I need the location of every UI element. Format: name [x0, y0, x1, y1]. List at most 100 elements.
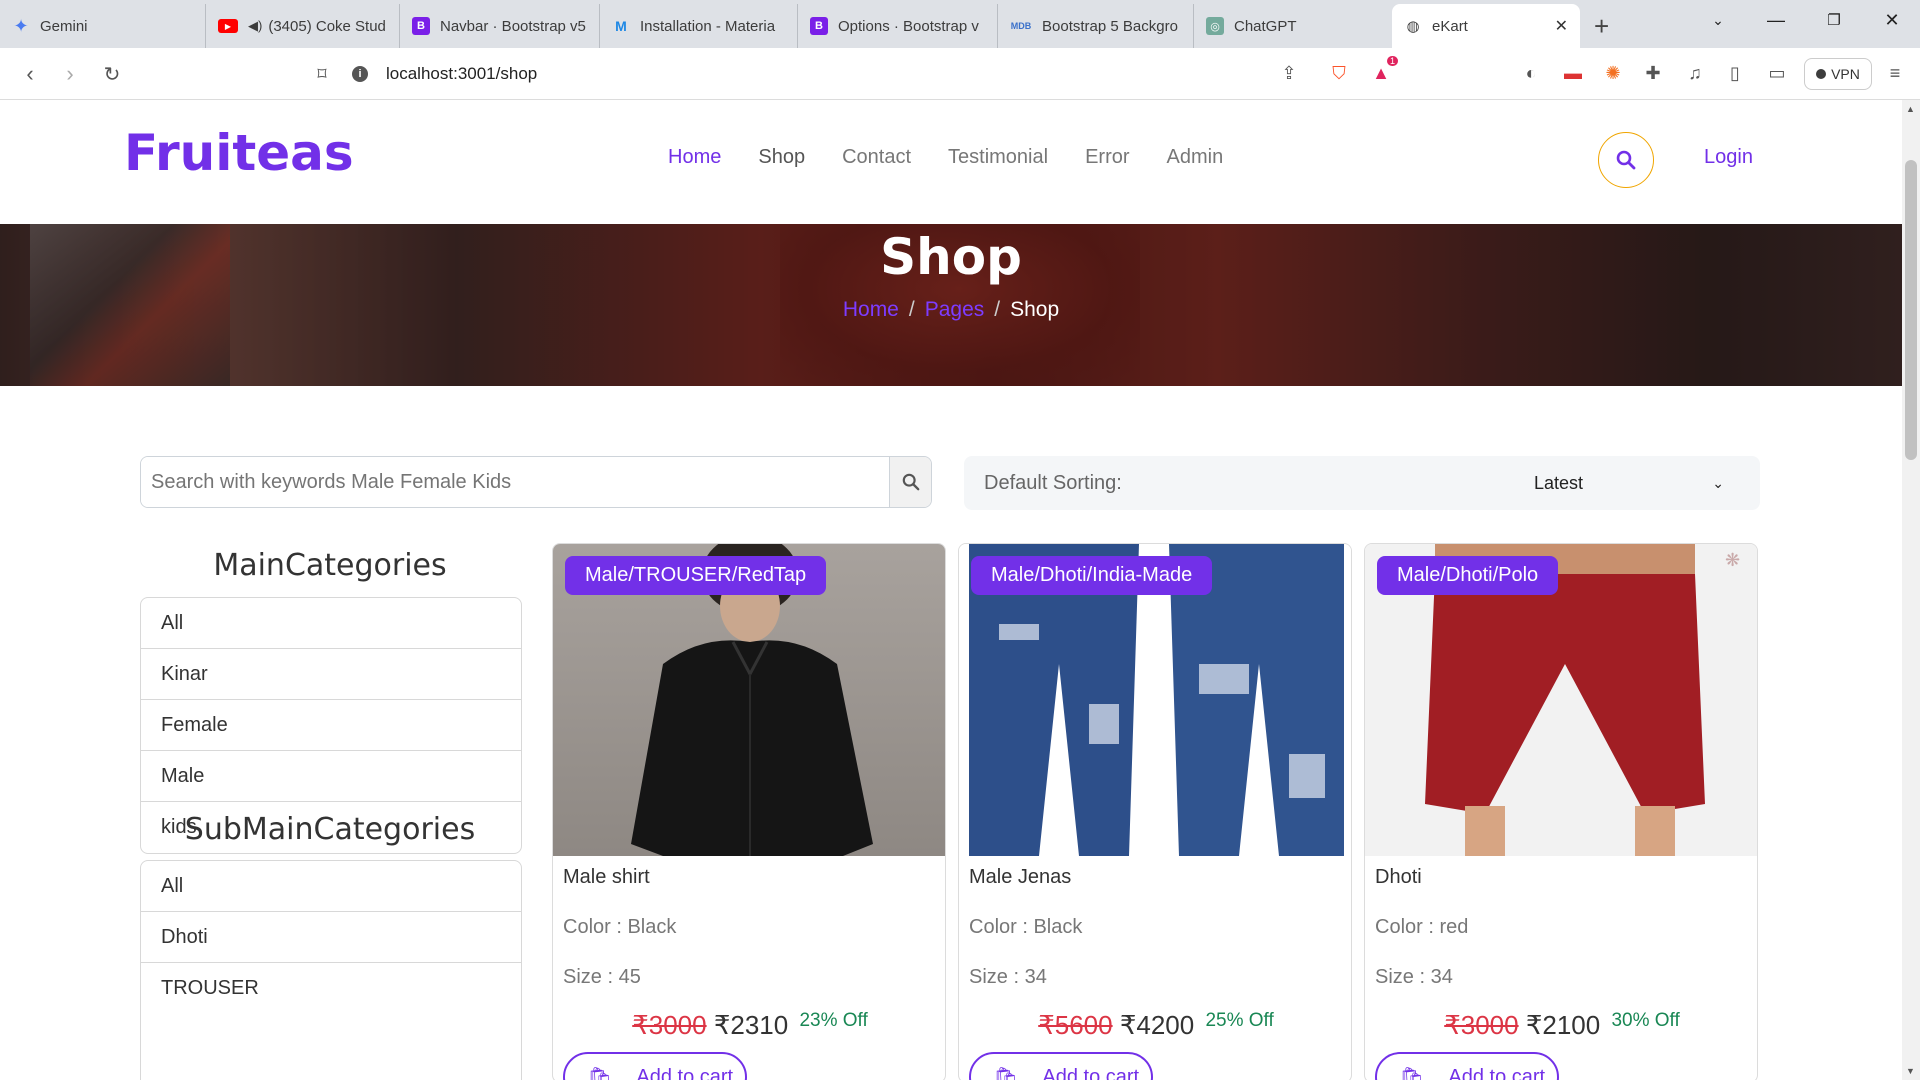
page-viewport: Fruiteas Home Shop Contact Testimonial E…: [0, 100, 1902, 1080]
tab-title: Bootstrap 5 Backgro: [1042, 17, 1178, 35]
search-input[interactable]: [141, 457, 889, 507]
breadcrumb-home[interactable]: Home: [843, 298, 899, 321]
subcategory-item[interactable]: TROUSER: [141, 963, 521, 1014]
category-item[interactable]: All: [141, 598, 521, 649]
product-search: [140, 456, 932, 508]
product-category-badge: Male/Dhoti/Polo: [1377, 556, 1559, 595]
close-tab-icon[interactable]: ✕: [1547, 16, 1568, 36]
tab-youtube[interactable]: ▶ ◀) (3405) Coke Stud: [206, 4, 400, 48]
nav-admin[interactable]: Admin: [1167, 146, 1224, 169]
globe-icon: ◍: [1406, 18, 1420, 35]
forward-icon[interactable]: ›: [50, 54, 90, 94]
sorting-label: Default Sorting:: [984, 471, 1122, 494]
minimize-button[interactable]: —: [1748, 0, 1804, 40]
brave-shield-icon[interactable]: ⛉: [1324, 58, 1354, 88]
tab-installation-mui[interactable]: M Installation - Materia: [600, 4, 798, 48]
sidebar-icon[interactable]: ▯: [1720, 58, 1750, 88]
nav-testimonial[interactable]: Testimonial: [948, 146, 1048, 169]
product-category-badge: Male/Dhoti/India-Made: [971, 556, 1213, 595]
maximize-button[interactable]: ❐: [1806, 0, 1862, 40]
add-to-cart-button[interactable]: 🛍 Add to cart: [563, 1052, 747, 1080]
browser-tab-bar: ✦ Gemini ▶ ◀) (3405) Coke Stud B Navbar …: [0, 0, 1920, 48]
tab-chatgpt[interactable]: ◎ ChatGPT: [1194, 4, 1392, 48]
product-color: Color : Black: [563, 916, 677, 938]
add-to-cart-button[interactable]: 🛍 Add to cart: [969, 1052, 1153, 1080]
extension-circle-icon[interactable]: ◐: [1516, 58, 1546, 88]
close-window-button[interactable]: ✕: [1864, 0, 1920, 40]
extensions-puzzle-icon[interactable]: ✚: [1638, 58, 1668, 88]
tab-bootstrap-backgrounds[interactable]: MDB Bootstrap 5 Backgro: [998, 4, 1194, 48]
url-text: localhost:3001/shop: [386, 64, 538, 83]
reload-icon[interactable]: ↻: [92, 54, 132, 94]
wallet-icon[interactable]: ▭: [1762, 58, 1792, 88]
scroll-up-arrow-icon[interactable]: ▲: [1906, 104, 1915, 114]
page-scrollbar[interactable]: ▲ ▼: [1902, 100, 1920, 1080]
music-icon[interactable]: ♫: [1680, 58, 1710, 88]
sub-categories-title: SubMainCategories: [184, 812, 476, 847]
search-icon: [1616, 150, 1636, 170]
tab-title: eKart: [1432, 17, 1468, 35]
search-submit-button[interactable]: [889, 457, 931, 507]
login-link[interactable]: Login: [1704, 146, 1753, 169]
extension-red-icon[interactable]: ▬: [1558, 58, 1588, 88]
sale-price: ₹4200: [1119, 1010, 1195, 1040]
product-price: ₹5600 ₹4200 25% Off: [959, 1010, 1351, 1041]
brand-logo[interactable]: Fruiteas: [124, 124, 354, 182]
category-item[interactable]: Male: [141, 751, 521, 802]
new-tab-button[interactable]: +: [1580, 4, 1623, 48]
original-price: ₹5600: [1038, 1010, 1113, 1040]
product-size: Size : 34: [969, 966, 1047, 988]
product-card: Male/Dhoti/India-Made Male Jenas Color :…: [958, 543, 1352, 1080]
discount-label: 23% Off: [799, 1010, 868, 1031]
add-to-cart-label: Add to cart: [1448, 1065, 1546, 1080]
tab-search-chevron-icon[interactable]: ⌄: [1690, 0, 1746, 40]
tab-title: ChatGPT: [1234, 17, 1297, 35]
extension-orange-icon[interactable]: ✺: [1598, 58, 1628, 88]
search-button[interactable]: [1598, 132, 1654, 188]
tab-options-bootstrap[interactable]: B Options · Bootstrap v: [798, 4, 998, 48]
svg-text:❋: ❋: [1725, 550, 1740, 571]
shopping-bag-icon: 🛍: [993, 1066, 1019, 1080]
nav-shop[interactable]: Shop: [758, 146, 805, 169]
search-icon: [902, 473, 919, 491]
share-icon[interactable]: ⇪: [1274, 58, 1304, 88]
url-field[interactable]: i localhost:3001/shop: [352, 56, 1352, 92]
scroll-down-arrow-icon[interactable]: ▼: [1906, 1066, 1915, 1076]
original-price: ₹3000: [632, 1010, 707, 1040]
nav-contact[interactable]: Contact: [842, 146, 911, 169]
bootstrap-icon: B: [412, 17, 430, 35]
brave-rewards-icon[interactable]: ▲ 1: [1366, 56, 1398, 88]
mui-icon: M: [615, 18, 627, 34]
product-name: Male Jenas: [969, 866, 1072, 888]
address-toolbar: ‹ › ↻ ⌑ i localhost:3001/shop ⇪ ⛉ ▲ 1 ◐ …: [0, 48, 1920, 100]
nav-home[interactable]: Home: [668, 146, 721, 169]
scrollbar-thumb[interactable]: [1905, 160, 1917, 460]
speaker-icon[interactable]: ◀): [248, 18, 262, 34]
tab-ekart[interactable]: ◍ eKart ✕: [1392, 4, 1580, 48]
site-navbar: Fruiteas Home Shop Contact Testimonial E…: [0, 100, 1902, 224]
product-name: Dhoti: [1375, 866, 1422, 888]
discount-label: 25% Off: [1205, 1010, 1274, 1031]
tab-gemini[interactable]: ✦ Gemini: [0, 4, 206, 48]
tab-navbar-bootstrap[interactable]: B Navbar · Bootstrap v5: [400, 4, 600, 48]
tab-title: (3405) Coke Stud: [268, 17, 386, 35]
bootstrap-icon: B: [810, 17, 828, 35]
breadcrumb-pages[interactable]: Pages: [925, 298, 985, 321]
menu-icon[interactable]: ≡: [1880, 58, 1910, 88]
subcategory-item[interactable]: Dhoti: [141, 912, 521, 963]
vpn-button[interactable]: VPN: [1804, 58, 1872, 90]
add-to-cart-button[interactable]: 🛍 Add to cart: [1375, 1052, 1559, 1080]
product-name: Male shirt: [563, 866, 650, 888]
sorting-select[interactable]: Latest ⌄: [1534, 465, 1724, 501]
tab-title: Gemini: [40, 17, 88, 35]
mdb-icon: MDB: [1010, 21, 1032, 31]
bookmark-icon[interactable]: ⌑: [302, 54, 342, 94]
category-item[interactable]: Female: [141, 700, 521, 751]
main-categories-title: MainCategories: [213, 548, 447, 583]
product-size: Size : 45: [563, 966, 641, 988]
nav-error[interactable]: Error: [1085, 146, 1129, 169]
subcategory-item[interactable]: All: [141, 861, 521, 912]
site-info-icon[interactable]: i: [352, 66, 368, 82]
back-icon[interactable]: ‹: [10, 54, 50, 94]
category-item[interactable]: Kinar: [141, 649, 521, 700]
